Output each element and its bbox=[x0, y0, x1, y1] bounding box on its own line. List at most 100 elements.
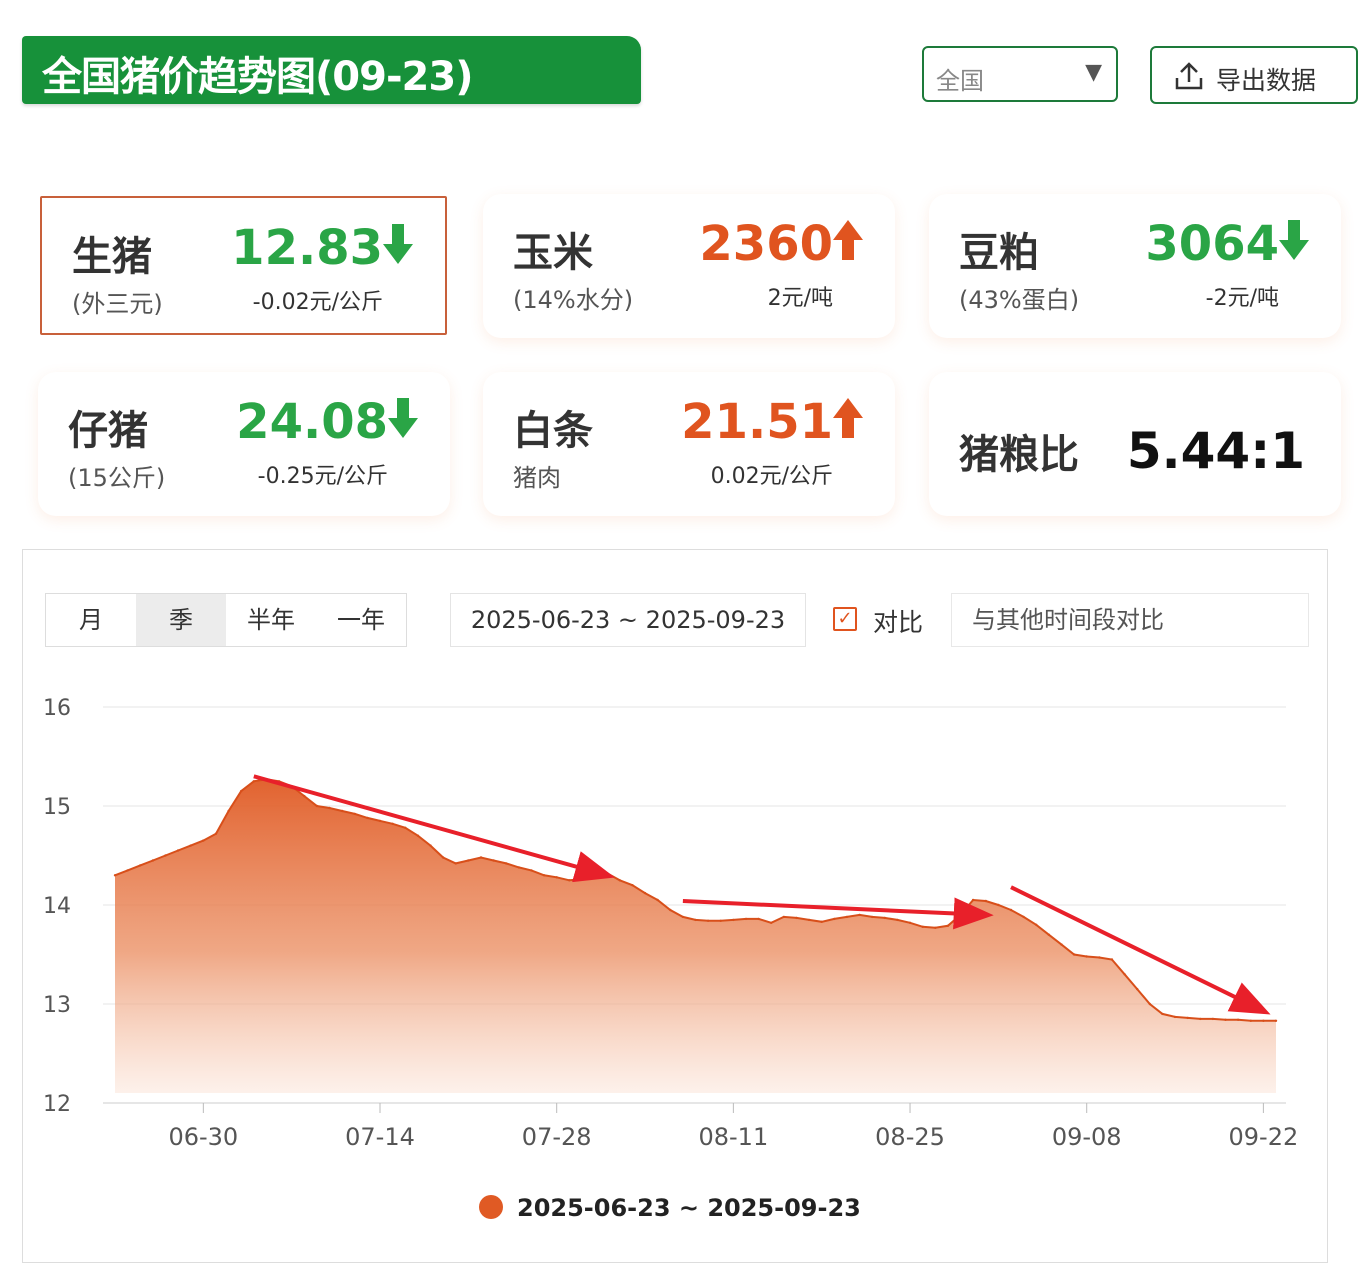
region-select-value: 全国 bbox=[936, 67, 984, 95]
data-point bbox=[997, 903, 1000, 907]
data-point bbox=[593, 874, 596, 877]
x-tick-label: 07-14 bbox=[345, 1123, 415, 1151]
card-corn[interactable]: 玉米 (14%水分) 2360 2元/吨 bbox=[483, 194, 895, 338]
card-live-hog[interactable]: 生猪 (外三元) 12.83 -0.02元/公斤 bbox=[40, 196, 447, 335]
x-tick-label: 09-08 bbox=[1052, 1123, 1122, 1151]
data-point bbox=[479, 856, 483, 859]
data-point bbox=[353, 812, 356, 816]
data-point bbox=[643, 891, 647, 895]
data-point bbox=[1035, 923, 1038, 926]
data-point bbox=[971, 898, 975, 902]
data-point bbox=[1009, 908, 1013, 912]
card-subtitle: (外三元) bbox=[72, 290, 163, 318]
data-point bbox=[618, 879, 621, 882]
card-hog-grain-ratio[interactable]: 猪粮比 5.44:1 bbox=[929, 372, 1341, 516]
chart-legend[interactable]: 2025-06-23 ~ 2025-09-23 bbox=[479, 1194, 861, 1222]
upload-icon bbox=[1175, 62, 1203, 90]
data-point bbox=[770, 921, 773, 924]
data-point bbox=[934, 926, 937, 929]
y-tick-label: 14 bbox=[43, 894, 71, 919]
trend-arrow bbox=[682, 897, 994, 930]
data-point bbox=[1148, 1002, 1152, 1006]
card-price: 21.51 bbox=[681, 394, 833, 450]
data-point bbox=[416, 834, 420, 837]
data-point bbox=[1274, 1019, 1278, 1022]
arrow-up-icon bbox=[833, 220, 863, 260]
data-point bbox=[1211, 1017, 1215, 1021]
data-point bbox=[807, 918, 811, 922]
data-point bbox=[845, 915, 849, 919]
arrow-down-icon bbox=[1279, 220, 1309, 260]
legend-label: 2025-06-23 ~ 2025-09-23 bbox=[517, 1194, 861, 1222]
data-point bbox=[441, 856, 445, 859]
data-point bbox=[303, 794, 306, 798]
card-price: 3064 bbox=[1145, 216, 1279, 272]
card-subtitle: (43%蛋白) bbox=[959, 286, 1080, 314]
data-point bbox=[252, 780, 255, 783]
y-tick-label: 12 bbox=[43, 1092, 71, 1117]
legend-swatch bbox=[479, 1195, 503, 1219]
data-point bbox=[1186, 1016, 1189, 1020]
chevron-down-icon: ▼ bbox=[1085, 60, 1102, 85]
data-point bbox=[1161, 1012, 1164, 1016]
card-name: 生猪 bbox=[72, 234, 152, 280]
data-point bbox=[984, 899, 987, 903]
y-tick-label: 16 bbox=[43, 696, 71, 721]
title-banner: 全国猪价趋势图(09-23) bbox=[22, 36, 641, 104]
data-point bbox=[1262, 1019, 1265, 1022]
card-pork-carcass[interactable]: 白条 猪肉 21.51 0.02元/公斤 bbox=[483, 372, 895, 516]
data-point bbox=[820, 920, 823, 923]
export-data-button[interactable]: 导出数据 bbox=[1150, 46, 1358, 104]
data-point bbox=[782, 915, 785, 919]
x-tick-label: 07-28 bbox=[522, 1123, 592, 1151]
data-point bbox=[126, 869, 129, 872]
arrow-down-icon bbox=[388, 398, 418, 438]
card-piglet[interactable]: 仔猪 (15公斤) 24.08 -0.25元/公斤 bbox=[38, 372, 450, 516]
data-point bbox=[706, 919, 710, 922]
y-tick-label: 13 bbox=[43, 993, 71, 1018]
data-point bbox=[113, 874, 117, 877]
data-point bbox=[1085, 955, 1088, 958]
data-point bbox=[1110, 958, 1114, 961]
data-point bbox=[366, 816, 369, 820]
data-point bbox=[1199, 1017, 1202, 1021]
arrow-down-icon bbox=[383, 224, 413, 264]
card-price: 2360 bbox=[699, 216, 833, 272]
data-point bbox=[908, 921, 912, 924]
card-soymeal[interactable]: 豆粕 (43%蛋白) 3064 -2元/吨 bbox=[929, 194, 1341, 338]
data-point bbox=[378, 819, 382, 823]
data-point bbox=[164, 854, 167, 857]
data-point bbox=[1047, 933, 1051, 936]
card-subtitle: (14%水分) bbox=[513, 286, 634, 314]
data-point bbox=[744, 917, 748, 921]
data-point bbox=[341, 809, 344, 813]
data-point bbox=[669, 908, 672, 912]
data-point bbox=[214, 832, 218, 835]
x-tick-label: 09-22 bbox=[1229, 1123, 1299, 1151]
data-point bbox=[517, 866, 520, 869]
data-point bbox=[694, 918, 697, 922]
card-name: 豆粕 bbox=[959, 230, 1039, 276]
data-point bbox=[568, 879, 571, 882]
card-change: -0.25元/公斤 bbox=[257, 464, 388, 489]
data-point bbox=[315, 804, 319, 808]
card-ratio-value: 5.44:1 bbox=[1126, 422, 1305, 480]
data-point bbox=[429, 844, 432, 847]
data-point bbox=[328, 806, 331, 810]
data-point bbox=[946, 924, 950, 927]
region-select[interactable]: 全国 ▼ bbox=[922, 46, 1118, 102]
data-point bbox=[139, 864, 142, 867]
y-tick-label: 15 bbox=[43, 795, 71, 820]
card-name: 仔猪 bbox=[68, 408, 148, 454]
data-point bbox=[1224, 1018, 1227, 1021]
data-point bbox=[656, 898, 659, 902]
data-point bbox=[871, 915, 874, 919]
data-point bbox=[1249, 1019, 1253, 1022]
price-area-chart: 12 13 14 15 16 06-30 07-14 07-28 08-11 08-25 09-08… bbox=[43, 696, 1299, 1151]
card-price: 12.83 bbox=[231, 220, 383, 276]
chart-panel: 月 季 半年 一年 2025-06-23 ~ 2025-09-23 ✓ 对比 与… bbox=[22, 549, 1328, 1263]
data-point bbox=[151, 859, 155, 862]
data-point bbox=[227, 809, 230, 813]
data-point bbox=[719, 919, 722, 922]
data-point bbox=[1098, 956, 1101, 959]
